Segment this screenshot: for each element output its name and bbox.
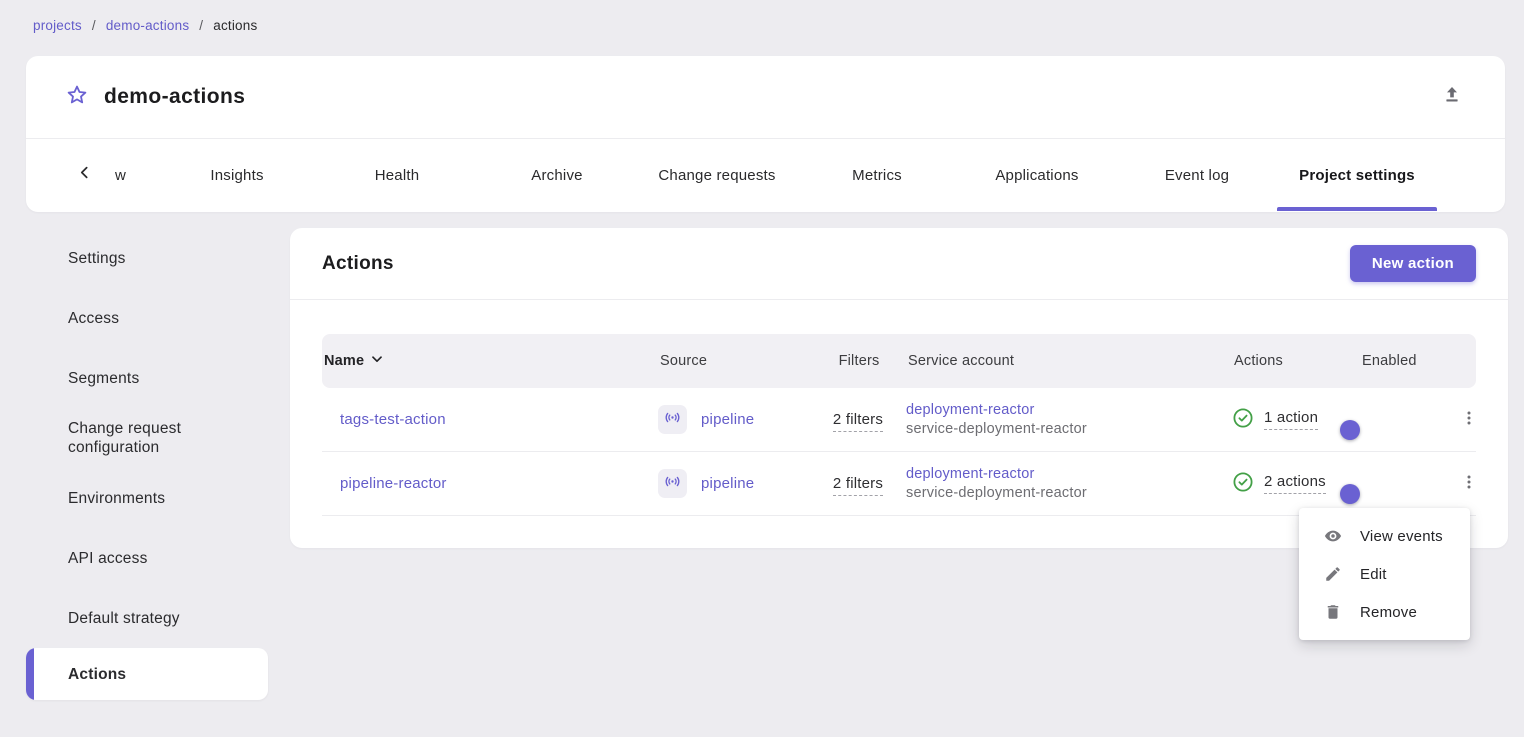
column-header-name[interactable]: Name xyxy=(322,353,658,369)
toggle-thumb xyxy=(1340,484,1360,504)
signal-source-badge xyxy=(658,405,687,434)
tab-metrics[interactable]: Metrics xyxy=(797,139,957,211)
source-cell: pipeline xyxy=(658,405,810,434)
page-title: demo-actions xyxy=(104,85,245,109)
chevron-left-icon xyxy=(78,166,91,184)
breadcrumb-project[interactable]: demo-actions xyxy=(106,18,189,33)
upload-icon xyxy=(1442,85,1462,110)
project-title-row: demo-actions xyxy=(26,56,1505,139)
service-account-link[interactable]: deployment-reactor xyxy=(906,466,1035,482)
tab-project-settings[interactable]: Project settings xyxy=(1277,139,1437,211)
filters-cell: 2 filters xyxy=(810,411,906,428)
table-header-row: Name Source Filters Service account Acti… xyxy=(322,334,1476,388)
project-tabs: w Insights Health Archive Change request… xyxy=(26,139,1505,211)
menu-item-label: View events xyxy=(1360,528,1443,545)
sidebar-item-default-strategy[interactable]: Default strategy xyxy=(26,588,268,648)
breadcrumb-current: actions xyxy=(213,18,257,33)
export-button[interactable] xyxy=(1433,78,1471,116)
service-account-sub: service-deployment-reactor xyxy=(906,421,1087,437)
sidebar-item-settings[interactable]: Settings xyxy=(26,228,268,288)
kebab-icon xyxy=(1461,410,1477,430)
breadcrumb-projects[interactable]: projects xyxy=(33,18,82,33)
sidebar-item-access[interactable]: Access xyxy=(26,288,268,348)
actions-panel: Actions New action Name Source Filters S… xyxy=(290,228,1508,548)
signal-source-badge xyxy=(658,469,687,498)
service-account-cell: deployment-reactor service-deployment-re… xyxy=(906,465,1232,503)
tabs-scroll-left-button[interactable] xyxy=(71,155,97,195)
row-menu-cell xyxy=(1452,403,1502,437)
menu-item-label: Edit xyxy=(1360,566,1387,583)
service-account-sub: service-deployment-reactor xyxy=(906,485,1087,501)
pencil-icon xyxy=(1323,565,1343,583)
actions-table: Name Source Filters Service account Acti… xyxy=(290,300,1508,516)
sidebar-item-environments[interactable]: Environments xyxy=(26,468,268,528)
breadcrumb: projects / demo-actions / actions xyxy=(33,18,257,33)
menu-item-label: Remove xyxy=(1360,604,1417,621)
signal-icon xyxy=(664,473,681,494)
source-link[interactable]: pipeline xyxy=(701,475,754,492)
panel-title: Actions xyxy=(322,253,394,275)
sidebar-item-segments[interactable]: Segments xyxy=(26,348,268,408)
column-header-service-account: Service account xyxy=(906,353,1232,369)
column-name-label: Name xyxy=(324,353,364,369)
table-row: pipeline-reactor pipeline xyxy=(322,452,1476,516)
favorite-star-button[interactable] xyxy=(58,78,96,116)
action-name-text[interactable]: pipeline-reactor xyxy=(340,475,447,492)
actions-panel-header: Actions New action xyxy=(290,228,1508,300)
source-cell: pipeline xyxy=(658,469,810,498)
row-actions-menu-button[interactable] xyxy=(1452,403,1486,437)
actions-count[interactable]: 2 actions xyxy=(1264,473,1326,494)
tab-health[interactable]: Health xyxy=(317,139,477,211)
new-action-button[interactable]: New action xyxy=(1350,245,1476,282)
column-header-actions: Actions xyxy=(1232,353,1360,369)
action-name-link[interactable]: tags-test-action xyxy=(322,411,658,428)
tab-event-log[interactable]: Event log xyxy=(1117,139,1277,211)
sidebar-item-change-request-configuration[interactable]: Change request configuration xyxy=(26,408,268,468)
action-name-link[interactable]: pipeline-reactor xyxy=(322,475,658,492)
sidebar-item-actions[interactable]: Actions xyxy=(26,648,268,700)
filters-cell: 2 filters xyxy=(810,475,906,492)
tab-applications[interactable]: Applications xyxy=(957,139,1117,211)
trash-icon xyxy=(1323,603,1343,621)
sidebar-item-api-access[interactable]: API access xyxy=(26,528,268,588)
row-context-menu: View events Edit Remove xyxy=(1299,508,1470,640)
menu-item-edit[interactable]: Edit xyxy=(1299,555,1470,593)
table-row: tags-test-action pipeline xyxy=(322,388,1476,452)
tab-archive[interactable]: Archive xyxy=(477,139,637,211)
chevron-down-icon xyxy=(371,353,383,369)
toggle-thumb xyxy=(1340,420,1360,440)
menu-item-view-events[interactable]: View events xyxy=(1299,517,1470,555)
project-header-card: demo-actions w Insights Health Archive C… xyxy=(26,56,1505,212)
eye-icon xyxy=(1323,526,1343,546)
column-header-enabled: Enabled xyxy=(1360,353,1452,369)
column-header-filters: Filters xyxy=(810,353,906,369)
tab-change-requests[interactable]: Change requests xyxy=(637,139,797,211)
breadcrumb-separator: / xyxy=(92,18,96,33)
tab-overview-partial[interactable]: w xyxy=(97,139,157,211)
check-circle-icon xyxy=(1232,471,1254,497)
star-icon xyxy=(65,83,89,112)
tab-insights[interactable]: Insights xyxy=(157,139,317,211)
source-link[interactable]: pipeline xyxy=(701,411,754,428)
row-menu-cell xyxy=(1452,467,1502,501)
action-name-text[interactable]: tags-test-action xyxy=(340,411,446,428)
actions-count[interactable]: 1 action xyxy=(1264,409,1318,430)
check-circle-icon xyxy=(1232,407,1254,433)
filters-count[interactable]: 2 filters xyxy=(833,411,883,432)
column-header-source: Source xyxy=(658,353,810,369)
menu-item-remove[interactable]: Remove xyxy=(1299,593,1470,631)
service-account-cell: deployment-reactor service-deployment-re… xyxy=(906,401,1232,439)
settings-sidebar: Settings Access Segments Change request … xyxy=(26,228,268,700)
filters-count[interactable]: 2 filters xyxy=(833,475,883,496)
signal-icon xyxy=(664,409,681,430)
breadcrumb-separator: / xyxy=(199,18,203,33)
service-account-link[interactable]: deployment-reactor xyxy=(906,402,1035,418)
row-actions-menu-button[interactable] xyxy=(1452,467,1486,501)
kebab-icon xyxy=(1461,474,1477,494)
